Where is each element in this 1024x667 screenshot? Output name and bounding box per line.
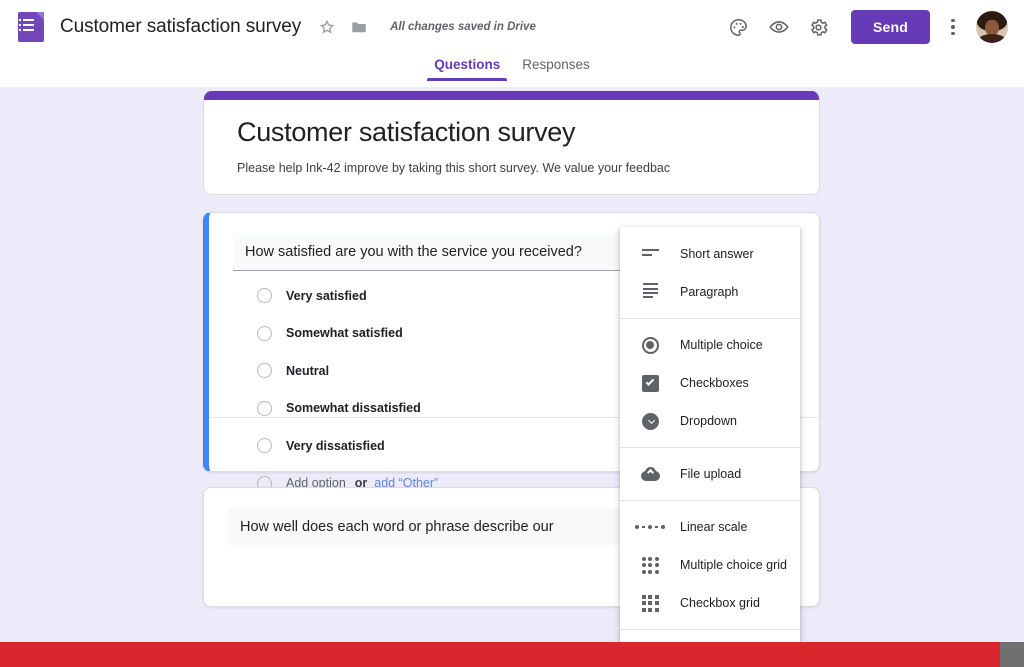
gear-icon[interactable] [799, 7, 839, 47]
bottom-red-bar [0, 642, 1024, 667]
top-bar: Customer satisfaction survey All changes… [0, 0, 1024, 54]
radio-grid-icon [640, 555, 660, 575]
radio-button-icon [640, 335, 660, 355]
option-label[interactable]: Somewhat dissatisfied [286, 401, 421, 415]
form-description[interactable]: Please help Ink-42 improve by taking thi… [237, 161, 786, 175]
menu-item-short-answer[interactable]: Short answer [620, 235, 800, 273]
radio-icon[interactable] [257, 363, 272, 379]
user-avatar[interactable] [976, 11, 1008, 43]
tab-responses[interactable]: Responses [511, 54, 601, 81]
app-root: Customer satisfaction survey All changes… [0, 0, 1024, 667]
menu-divider [620, 447, 800, 448]
save-status: All changes saved in Drive [390, 21, 536, 33]
kebab-menu-icon[interactable] [940, 18, 966, 36]
menu-item-checkbox-grid[interactable]: Checkbox grid [620, 584, 800, 622]
menu-divider [620, 500, 800, 501]
folder-icon[interactable] [350, 18, 368, 36]
tab-bar: Questions Responses [0, 54, 1024, 87]
cloud-upload-icon [640, 464, 660, 484]
radio-icon[interactable] [257, 288, 272, 304]
menu-item-paragraph[interactable]: Paragraph [620, 273, 800, 311]
form-canvas: Customer satisfaction survey Please help… [0, 87, 1024, 667]
title-actions [318, 18, 368, 36]
menu-item-label: Short answer [680, 247, 754, 261]
bottom-right-grey-block [1000, 642, 1024, 667]
menu-item-dropdown[interactable]: Dropdown [620, 402, 800, 440]
menu-item-label: Multiple choice grid [680, 558, 787, 572]
option-label[interactable]: Neutral [286, 364, 329, 378]
short-answer-icon [640, 244, 660, 264]
tab-questions[interactable]: Questions [423, 54, 511, 81]
menu-item-linear-scale[interactable]: Linear scale [620, 508, 800, 546]
radio-icon[interactable] [257, 400, 272, 416]
form-accent-bar [204, 91, 819, 100]
menu-item-label: Multiple choice [680, 338, 763, 352]
linear-scale-icon [635, 517, 665, 537]
menu-item-file-upload[interactable]: File upload [620, 455, 800, 493]
option-label[interactable]: Somewhat satisfied [286, 326, 403, 340]
star-icon[interactable] [318, 18, 336, 36]
top-bar-actions: Send [719, 7, 1010, 47]
question-type-menu[interactable]: Short answer Paragraph Multiple choice C… [620, 227, 800, 667]
send-button[interactable]: Send [850, 10, 930, 44]
menu-item-label: Paragraph [680, 285, 739, 299]
paragraph-icon [640, 282, 660, 302]
menu-item-multiple-choice-grid[interactable]: Multiple choice grid [620, 546, 800, 584]
forms-icon[interactable] [18, 12, 44, 42]
option-label[interactable]: Very satisfied [286, 289, 367, 303]
dropdown-icon [640, 411, 660, 431]
menu-item-multiple-choice[interactable]: Multiple choice [620, 326, 800, 364]
form-header-card: Customer satisfaction survey Please help… [203, 91, 820, 195]
menu-item-checkboxes[interactable]: Checkboxes [620, 364, 800, 402]
menu-item-label: Checkbox grid [680, 596, 760, 610]
radio-icon[interactable] [257, 325, 272, 341]
menu-item-label: Dropdown [680, 414, 737, 428]
document-title[interactable]: Customer satisfaction survey [60, 16, 301, 38]
checkbox-grid-icon [640, 593, 660, 613]
eye-icon[interactable] [759, 7, 799, 47]
menu-item-label: Checkboxes [680, 376, 749, 390]
menu-item-label: File upload [680, 467, 742, 481]
menu-divider [620, 318, 800, 319]
menu-divider [620, 629, 800, 630]
form-title[interactable]: Customer satisfaction survey [237, 117, 786, 148]
checkbox-icon [640, 373, 660, 393]
palette-icon[interactable] [719, 7, 759, 47]
menu-item-label: Linear scale [680, 520, 748, 534]
